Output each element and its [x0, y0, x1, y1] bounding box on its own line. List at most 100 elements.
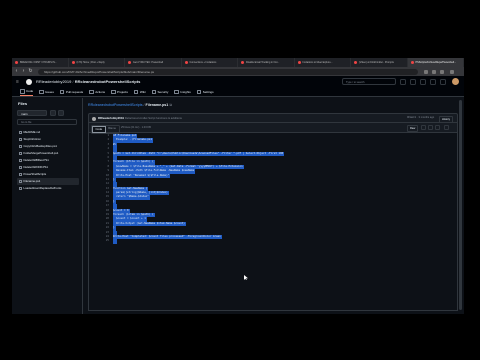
code-tab[interactable]: Code [92, 125, 106, 133]
tab-settings[interactable]: Settings [196, 88, 214, 96]
tab-label: Security [157, 89, 169, 94]
repo-owner-link[interactable]: RRleaderlobby2019 [36, 79, 71, 84]
tab-favicon-icon [410, 61, 414, 64]
avatar[interactable] [452, 78, 459, 85]
commit-author-avatar[interactable] [92, 116, 96, 121]
url-field[interactable]: https://github.com/FM7.20/ArchivedRepo/P… [38, 68, 418, 75]
search-input[interactable]: Type / to search [342, 78, 396, 85]
repo-name-link[interactable]: RRcleanedrobotPowershellScripts [75, 79, 141, 84]
scrollbar-thumb[interactable] [458, 100, 462, 310]
hamburger-icon[interactable]: ≡ [16, 79, 22, 85]
browser-tab-label: Connections + Invitations [189, 61, 217, 64]
browser-tab[interactable]: (173) Home | Post + Reply [69, 58, 125, 67]
file-tree-item[interactable]: PowerShellScripts [17, 171, 79, 178]
file-tree-item[interactable]: DeleteOldXDR.PS1 [17, 164, 79, 171]
file-tree-item[interactable]: README.md [17, 129, 79, 136]
browser-tab[interactable]: PSScripts/ArchivedRepo/Powershell... [407, 58, 464, 67]
pull-requests-icon [59, 89, 65, 95]
file-icon [19, 187, 22, 190]
history-button[interactable]: History [439, 115, 454, 123]
file-tree-item[interactable]: Filename.ps1 [17, 178, 79, 185]
tab-label: Issues [45, 89, 54, 94]
file-tree-item[interactable]: CopyCitrixBackupFiles.ps1 [17, 143, 79, 150]
tab-wiki[interactable]: Wiki [133, 88, 146, 96]
settings-icon [196, 89, 202, 95]
tab-insights[interactable]: Insights [174, 88, 191, 96]
extension-icon[interactable] [432, 69, 436, 74]
file-icon [19, 145, 22, 148]
address-bar-row: ‹ › ↻ https://github.com/FM7.20/Archived… [12, 67, 464, 76]
browser-tab[interactable]: Connections + Invitations [182, 58, 238, 67]
download-icon[interactable] [428, 125, 433, 130]
issues-icon [39, 89, 44, 95]
breadcrumb-repo-link[interactable]: RRcleanedrobotPowershellScripts [88, 103, 143, 107]
tab-code[interactable]: Code [20, 88, 34, 96]
security-icon [151, 89, 157, 95]
file-icon [19, 152, 22, 155]
file-tree-item[interactable]: DeleteOldBfiles.PS1 [17, 157, 79, 164]
wiki-icon [133, 89, 139, 95]
issues-icon[interactable] [420, 78, 426, 85]
browser-tab[interactable]: (Video) onClickCmdlet - Prompts [351, 58, 408, 67]
extension-icon[interactable] [424, 69, 428, 74]
edit-icon[interactable] [435, 125, 440, 130]
inbox-icon[interactable] [440, 78, 446, 85]
profile-icon[interactable] [440, 69, 444, 74]
tab-favicon-icon [128, 61, 131, 64]
file-icon [19, 131, 22, 134]
copilot-icon[interactable] [400, 78, 406, 85]
file-icon [19, 138, 22, 141]
pull-requests-icon[interactable] [430, 78, 436, 85]
browser-tab[interactable]: BREAKING: FIRST 3 HOURS IN... [12, 58, 69, 67]
repo-nav-tabs: Code Issues Pull requests Actions Projects Wi… [12, 88, 464, 97]
symbols-icon[interactable] [444, 125, 449, 130]
file-tree-item[interactable]: LoadedInsertReplaceDefFonts [17, 185, 79, 192]
tab-label: Pull requests [65, 89, 84, 94]
forward-icon[interactable]: › [21, 69, 26, 74]
commit-message[interactable]: Refactored cmdlet Script functions & add… [125, 116, 182, 120]
tab-label: Code [26, 89, 34, 93]
tab-actions[interactable]: Actions [89, 88, 105, 96]
add-file-icon[interactable] [50, 110, 56, 116]
plus-icon[interactable] [410, 78, 416, 85]
code-line: 25 [89, 239, 457, 244]
file-icon [19, 166, 22, 169]
browser-tab-strip: BREAKING: FIRST 3 HOURS IN... (173) Home … [12, 58, 464, 67]
file-name: README.md [23, 130, 41, 134]
code-toolbar: Code Blame 25 lines (21 loc) · 1.03 KB R… [89, 123, 457, 134]
file-size-info: 25 lines (21 loc) · 1.03 KB [121, 126, 151, 129]
file-tree-item[interactable]: StopCitrixIcon [17, 136, 79, 143]
repo-path: RRleaderlobby2019 / RRcleanedrobotPowers… [36, 79, 141, 84]
file-tree-item[interactable]: FolderMergePowershell.ps1 [17, 150, 79, 157]
line-number[interactable]: 25 [89, 239, 109, 243]
scrollbar[interactable] [458, 98, 462, 312]
raw-button[interactable]: Raw [407, 124, 419, 132]
files-title: Files [18, 101, 28, 106]
tab-label: Wiki [139, 89, 146, 94]
blame-tab[interactable]: Blame [106, 126, 119, 133]
tab-pull-requests[interactable]: Pull requests [59, 88, 84, 96]
go-to-file-input[interactable]: Go to file [17, 119, 77, 125]
commit-hash[interactable]: 9f4a2c1 · 3 months ago [407, 114, 434, 122]
back-icon[interactable]: ‹ [14, 69, 19, 74]
code-lines[interactable]: 1 <# Filename.ps1 2 Example: .\Filename.ps… [89, 134, 457, 244]
commit-author[interactable]: RRleaderlobby2019 [98, 116, 124, 120]
reload-icon[interactable]: ↻ [28, 69, 33, 74]
browser-tab[interactable]: Disable Email Tracking in Out... [238, 58, 295, 67]
file-tree: README.md StopCitrixIcon CopyCitrixBackupF… [17, 129, 79, 192]
github-logo-icon[interactable] [26, 79, 32, 85]
search-icon[interactable] [58, 110, 64, 116]
tab-issues[interactable]: Issues [39, 88, 54, 96]
tab-projects[interactable]: Projects [111, 88, 128, 96]
browser-tab[interactable]: Invitations to Meet Explore... [295, 58, 351, 67]
copy-icon[interactable] [421, 125, 426, 130]
copy-path-icon[interactable]: ⧉ [169, 103, 172, 107]
tab-security[interactable]: Security [151, 88, 169, 96]
file-icon [19, 180, 22, 183]
branch-selector[interactable]: main [17, 110, 47, 116]
browser-tab[interactable]: Get-CYMU TEC: Powershell [125, 58, 182, 67]
view-toggle: Code Blame [91, 124, 120, 134]
tab-favicon-icon [71, 61, 75, 64]
browser-menu-icon[interactable] [450, 69, 454, 74]
file-name: DeleteOldXDR.PS1 [23, 165, 48, 169]
